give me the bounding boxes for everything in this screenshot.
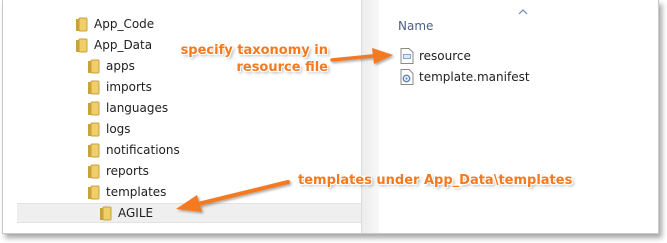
arrow-to-agile [176, 180, 290, 212]
arrow-to-resource [330, 48, 393, 64]
callout-arrows [176, 48, 393, 212]
